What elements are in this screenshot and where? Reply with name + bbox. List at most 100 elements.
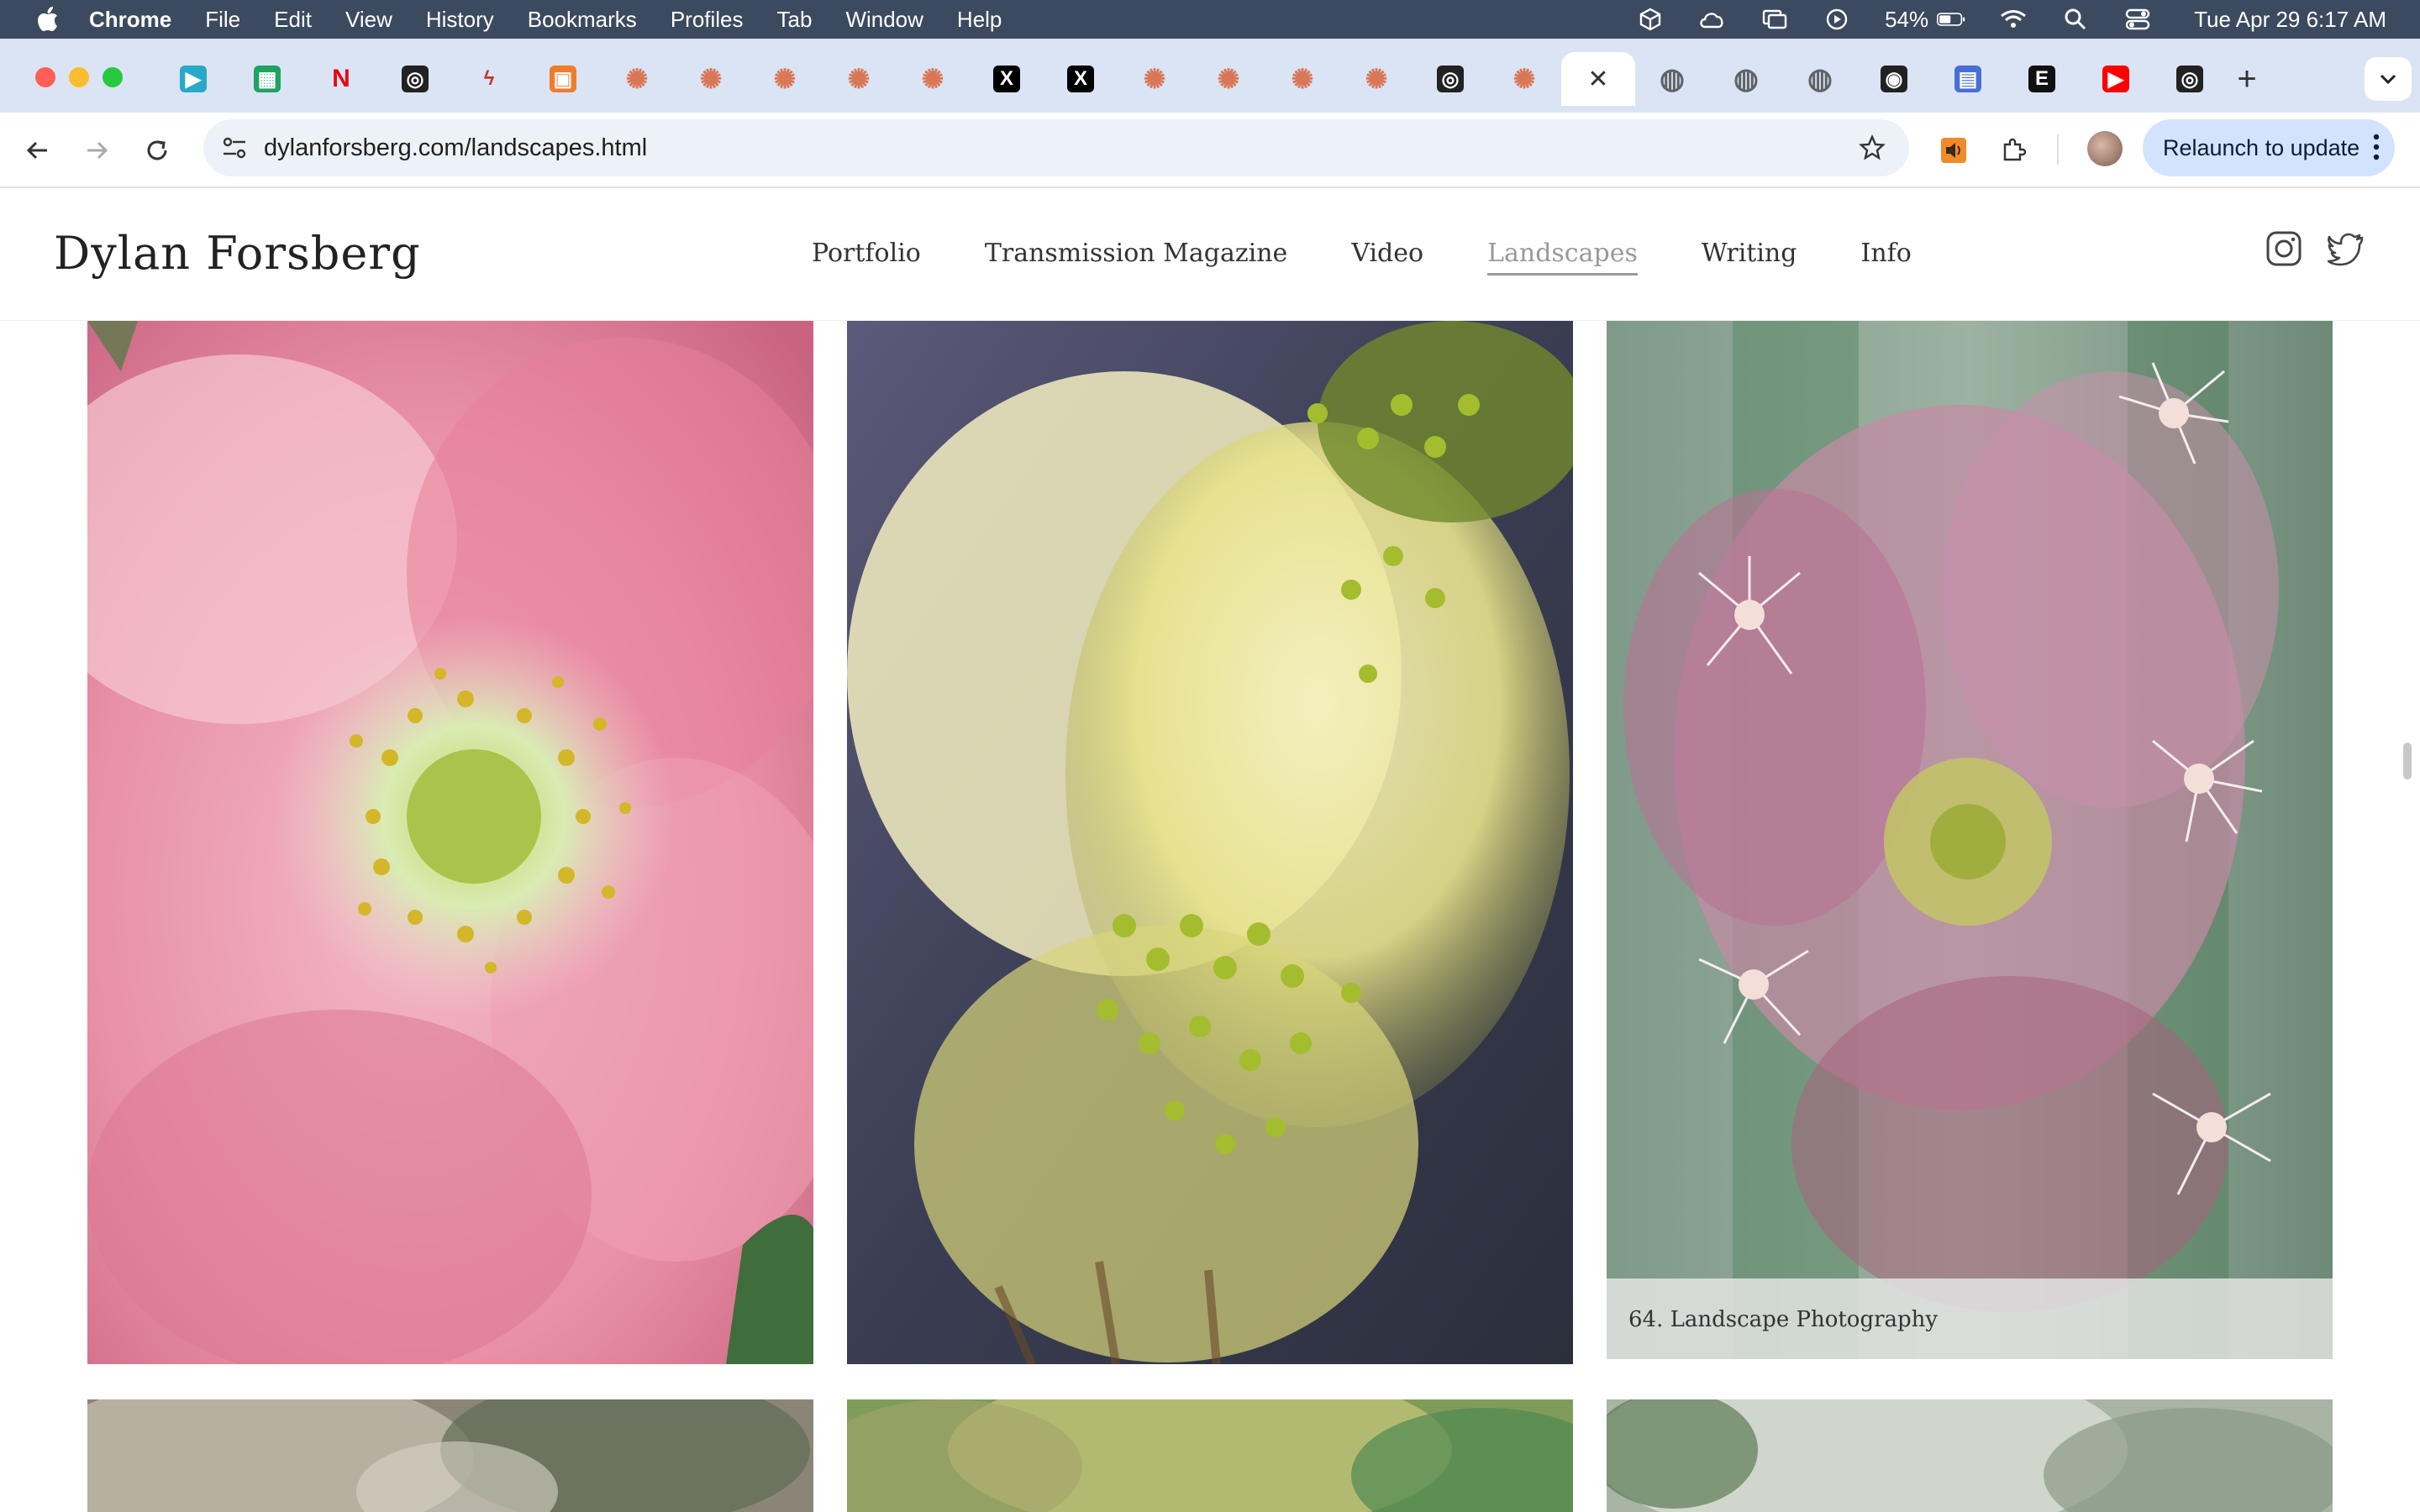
- browser-tab[interactable]: E: [2005, 52, 2079, 106]
- browser-tab[interactable]: N: [304, 52, 378, 106]
- site-info-icon[interactable]: [222, 136, 247, 160]
- window-close-button[interactable]: [35, 67, 55, 87]
- control-center-icon[interactable]: [2123, 8, 2152, 31]
- browser-tab[interactable]: ✺: [1118, 52, 1192, 106]
- browser-tab[interactable]: ◎: [1413, 52, 1487, 106]
- page-scrollbar-thumb[interactable]: [2403, 743, 2412, 780]
- menu-profiles[interactable]: Profiles: [671, 7, 744, 33]
- browser-tab[interactable]: ✺: [896, 52, 970, 106]
- menubar-clock[interactable]: Tue Apr 29 6:17 AM: [2194, 7, 2386, 33]
- arrow-left-icon: [26, 141, 47, 160]
- profile-avatar[interactable]: [2087, 131, 2123, 166]
- address-bar[interactable]: dylanforsberg.com/landscapes.html: [203, 119, 1909, 176]
- audio-extension-button[interactable]: [1934, 131, 1973, 170]
- globe-icon: ◍: [1733, 63, 1759, 95]
- site-title[interactable]: Dylan Forsberg: [54, 227, 421, 280]
- browser-tab[interactable]: ◎: [378, 52, 452, 106]
- menu-bookmarks[interactable]: Bookmarks: [528, 7, 637, 33]
- tab-search-button[interactable]: [2365, 57, 2412, 101]
- menu-window[interactable]: Window: [845, 7, 923, 33]
- menubar-status-area: 54% Tue Apr 29 6:17 AM: [1636, 0, 2420, 39]
- url-text[interactable]: dylanforsberg.com/landscapes.html: [264, 134, 647, 162]
- relaunch-to-update-button[interactable]: Relaunch to update: [2143, 119, 2395, 176]
- window-minimize-button[interactable]: [69, 67, 89, 87]
- netflix-icon: N: [332, 65, 350, 92]
- browser-tab[interactable]: ▦: [230, 52, 304, 106]
- nav-info[interactable]: Info: [1860, 239, 1911, 276]
- photo-caption: 64. Landscape Photography: [1607, 1278, 2333, 1359]
- menu-view[interactable]: View: [345, 7, 392, 33]
- toolbar-divider: [2057, 134, 2059, 165]
- browser-tab[interactable]: ▶: [2079, 52, 2153, 106]
- twitter-icon[interactable]: [2328, 230, 2365, 267]
- browser-tab[interactable]: ▤: [1931, 52, 2005, 106]
- photo-image: [847, 321, 1573, 1364]
- window-zoom-button[interactable]: [103, 67, 123, 87]
- tab-strip: ▶ ▦ N ◎ ϟ ▣ ✺ ✺ ✺ ✺ ✺ X X ✺ ✺ ✺ ✺ ◎ ✺ ✕ ◍ ◍ ◍ ◉ ▤ E ▶ ◎ +: [0, 39, 2420, 113]
- gallery-photo-pink-flower-cactus[interactable]: 64. Landscape Photography: [1607, 321, 2333, 1359]
- browser-tab[interactable]: ✺: [1339, 52, 1413, 106]
- browser-tab[interactable]: ϟ: [452, 52, 526, 106]
- gallery-photo-row2-middle[interactable]: [847, 1399, 1573, 1512]
- menu-history[interactable]: History: [426, 7, 494, 33]
- battery-icon[interactable]: [1937, 8, 1965, 31]
- browser-tab[interactable]: ✺: [822, 52, 896, 106]
- browser-tab[interactable]: ◍: [1635, 52, 1709, 106]
- gallery-photo-pink-flower[interactable]: [87, 321, 813, 1364]
- reload-button[interactable]: [138, 131, 176, 170]
- openai-icon: ◎: [1437, 66, 1464, 92]
- photo-gallery: 64. Landscape Photography: [0, 321, 2420, 1512]
- menu-file[interactable]: File: [205, 7, 240, 33]
- claude-icon: ✺: [773, 64, 797, 94]
- cloud-sync-icon[interactable]: [1698, 8, 1727, 31]
- speaker-icon: [1941, 138, 1966, 163]
- github-icon: ◉: [1881, 66, 1907, 92]
- nav-landscapes[interactable]: Landscapes: [1487, 239, 1638, 276]
- forward-button[interactable]: [77, 131, 116, 170]
- browser-tab[interactable]: ✺: [1487, 52, 1561, 106]
- browser-tab[interactable]: ◍: [1783, 52, 1857, 106]
- claude-icon: ✺: [1365, 64, 1388, 94]
- bookmark-star-icon[interactable]: [1859, 134, 1886, 161]
- tab-active[interactable]: ✕: [1561, 52, 1635, 106]
- browser-tab[interactable]: ▶: [156, 52, 230, 106]
- menu-help[interactable]: Help: [957, 7, 1002, 33]
- gallery-photo-row2-left[interactable]: [87, 1399, 813, 1512]
- browser-tab[interactable]: ▣: [526, 52, 600, 106]
- claude-icon: ✺: [1143, 64, 1166, 94]
- menu-edit[interactable]: Edit: [274, 7, 312, 33]
- new-tab-button[interactable]: +: [2228, 60, 2265, 97]
- wifi-icon[interactable]: [1999, 8, 2028, 31]
- close-icon[interactable]: ✕: [1587, 65, 1608, 94]
- cube-icon[interactable]: [1636, 8, 1665, 31]
- browser-tab[interactable]: ◉: [1857, 52, 1931, 106]
- instagram-icon[interactable]: [2265, 230, 2302, 267]
- gallery-photo-yellow-cactus-flower[interactable]: [847, 321, 1573, 1364]
- nav-portfolio[interactable]: Portfolio: [812, 239, 921, 276]
- browser-tab[interactable]: ✺: [1265, 52, 1339, 106]
- nav-transmission-magazine[interactable]: Transmission Magazine: [985, 239, 1287, 276]
- browser-tab[interactable]: ✺: [674, 52, 748, 106]
- youtube-icon: ▶: [2102, 66, 2129, 92]
- spotlight-search-icon[interactable]: [2061, 8, 2090, 31]
- browser-tab[interactable]: ✺: [1192, 52, 1265, 106]
- browser-tab[interactable]: X: [1044, 52, 1118, 106]
- media-play-icon[interactable]: [1823, 8, 1851, 31]
- menu-tab[interactable]: Tab: [777, 7, 813, 33]
- apple-icon[interactable]: [37, 7, 59, 32]
- photo-image: [87, 321, 813, 1364]
- gallery-photo-row2-right[interactable]: [1607, 1399, 2333, 1512]
- claude-icon: ✺: [625, 64, 649, 94]
- browser-tab[interactable]: ✺: [748, 52, 822, 106]
- screen-mirroring-icon[interactable]: [1760, 8, 1789, 31]
- browser-tab[interactable]: X: [970, 52, 1044, 106]
- globe-icon: ◍: [1660, 63, 1685, 95]
- back-button[interactable]: [18, 131, 57, 170]
- nav-video[interactable]: Video: [1351, 239, 1423, 276]
- nav-writing[interactable]: Writing: [1702, 239, 1797, 276]
- browser-tab[interactable]: ◍: [1709, 52, 1783, 106]
- browser-tab[interactable]: ◎: [2153, 52, 2227, 106]
- browser-tab[interactable]: ✺: [600, 52, 674, 106]
- extensions-button[interactable]: [1995, 131, 2033, 170]
- menu-app-name[interactable]: Chrome: [89, 7, 171, 33]
